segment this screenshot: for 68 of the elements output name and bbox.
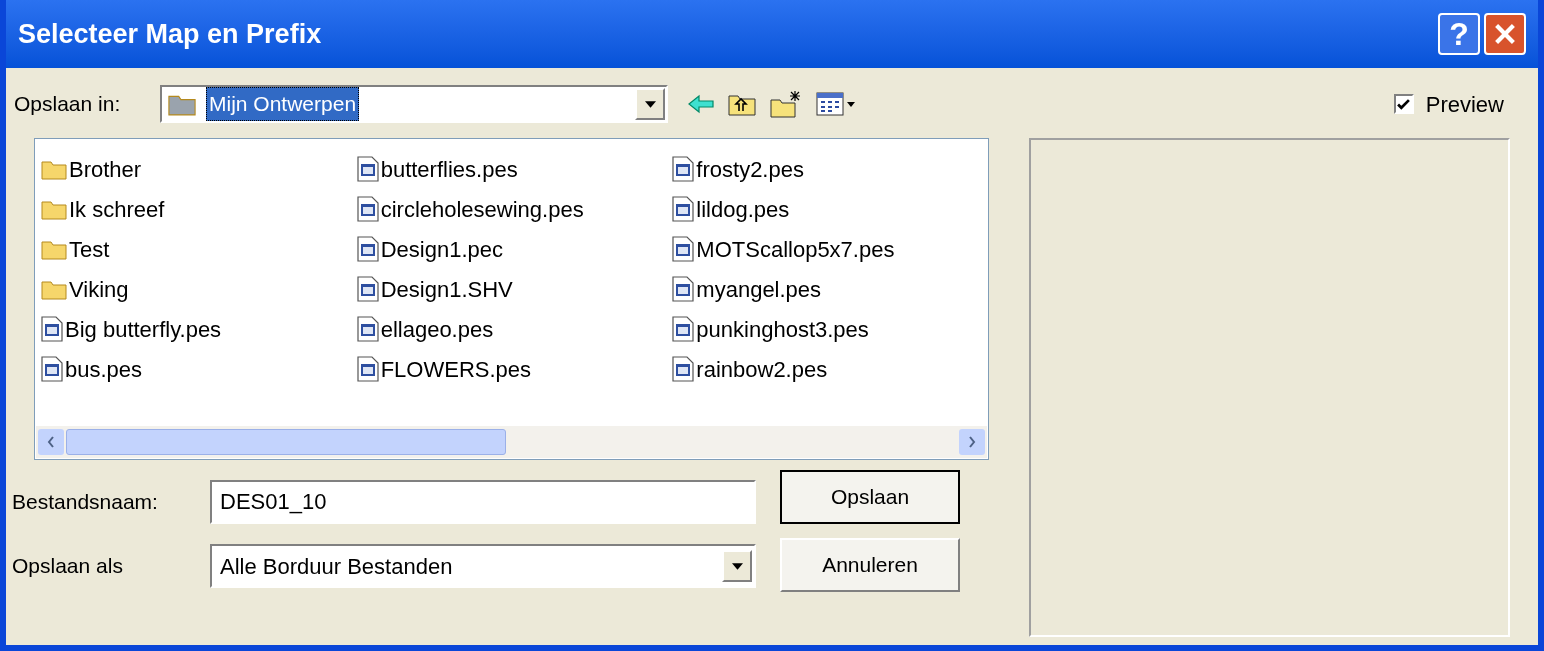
close-button[interactable]: [1484, 13, 1526, 55]
document-icon: [672, 276, 695, 302]
caret-icon: [847, 101, 855, 107]
file-item[interactable]: ellageo.pes: [356, 311, 673, 347]
document-icon: [41, 356, 63, 382]
document-icon: [672, 316, 695, 342]
chevron-right-icon: [968, 436, 976, 448]
scroll-left-button[interactable]: [38, 429, 64, 455]
file-item[interactable]: frosty2.pes: [672, 151, 988, 187]
folder-icon: [41, 158, 67, 180]
filename-label: Bestandsnaam:: [12, 489, 159, 516]
document-icon: [672, 356, 695, 382]
file-item[interactable]: FLOWERS.pes: [356, 351, 673, 387]
file-item[interactable]: Design1.pec: [356, 231, 673, 267]
folder-item[interactable]: Test: [41, 231, 357, 267]
caret-icon: [644, 100, 656, 108]
document-icon: [672, 156, 695, 182]
help-button[interactable]: ?: [1438, 13, 1480, 55]
document-icon: [356, 276, 379, 302]
preview-checkbox[interactable]: [1393, 94, 1414, 114]
document-icon: [672, 196, 695, 222]
checkmark-icon: [1397, 98, 1411, 110]
folder-icon: [41, 198, 67, 220]
folder-item[interactable]: Brother: [41, 151, 357, 187]
file-item[interactable]: punkinghost3.pes: [672, 311, 988, 347]
new-folder-icon[interactable]: [770, 90, 802, 118]
scroll-right-button[interactable]: [959, 429, 985, 455]
document-icon: [41, 316, 63, 342]
file-item[interactable]: Design1.SHV: [356, 271, 673, 307]
file-item[interactable]: Big butterfly.pes: [41, 311, 357, 347]
document-icon: [356, 196, 379, 222]
dropdown-button[interactable]: [722, 550, 752, 582]
save-in-label: Opslaan in:: [14, 91, 122, 118]
file-item[interactable]: MOTScallop5x7.pes: [672, 231, 988, 267]
file-item[interactable]: butterflies.pes: [356, 151, 673, 187]
file-item[interactable]: rainbow2.pes: [672, 351, 988, 387]
file-item[interactable]: bus.pes: [41, 351, 357, 387]
filename-field[interactable]: DES01_10: [210, 480, 756, 524]
cancel-button[interactable]: Annuleren: [780, 538, 960, 592]
save-in-dropdown[interactable]: Mijn Ontwerpen: [160, 85, 668, 123]
save-in-value: Mijn Ontwerpen: [206, 87, 360, 121]
document-icon: [672, 236, 695, 262]
document-icon: [356, 156, 379, 182]
dropdown-button[interactable]: [635, 88, 665, 120]
document-icon: [356, 236, 379, 262]
up-folder-icon[interactable]: [728, 92, 756, 116]
horizontal-scrollbar[interactable]: [36, 426, 987, 458]
scrollbar-thumb[interactable]: [66, 429, 506, 455]
filetype-dropdown[interactable]: Alle Borduur Bestanden: [210, 544, 756, 588]
window-title: Selecteer Map en Prefix: [18, 17, 322, 51]
folder-icon: [41, 278, 67, 300]
file-item[interactable]: circleholesewing.pes: [356, 191, 673, 227]
save-button[interactable]: Opslaan: [780, 470, 960, 524]
file-item[interactable]: myangel.pes: [672, 271, 988, 307]
document-icon: [356, 356, 379, 382]
folder-item[interactable]: Viking: [41, 271, 357, 307]
filetype-label: Opslaan als: [12, 553, 124, 580]
preview-label: Preview: [1425, 90, 1504, 119]
list-view-icon: [816, 92, 844, 116]
view-menu-button[interactable]: [816, 92, 855, 116]
chevron-left-icon: [47, 436, 55, 448]
caret-icon: [731, 562, 743, 570]
close-icon: [1493, 22, 1517, 46]
document-icon: [356, 316, 379, 342]
file-item[interactable]: lildog.pes: [672, 191, 988, 227]
folder-item[interactable]: Ik schreef: [41, 191, 357, 227]
folder-icon: [41, 238, 67, 260]
back-arrow-icon[interactable]: [688, 94, 714, 114]
